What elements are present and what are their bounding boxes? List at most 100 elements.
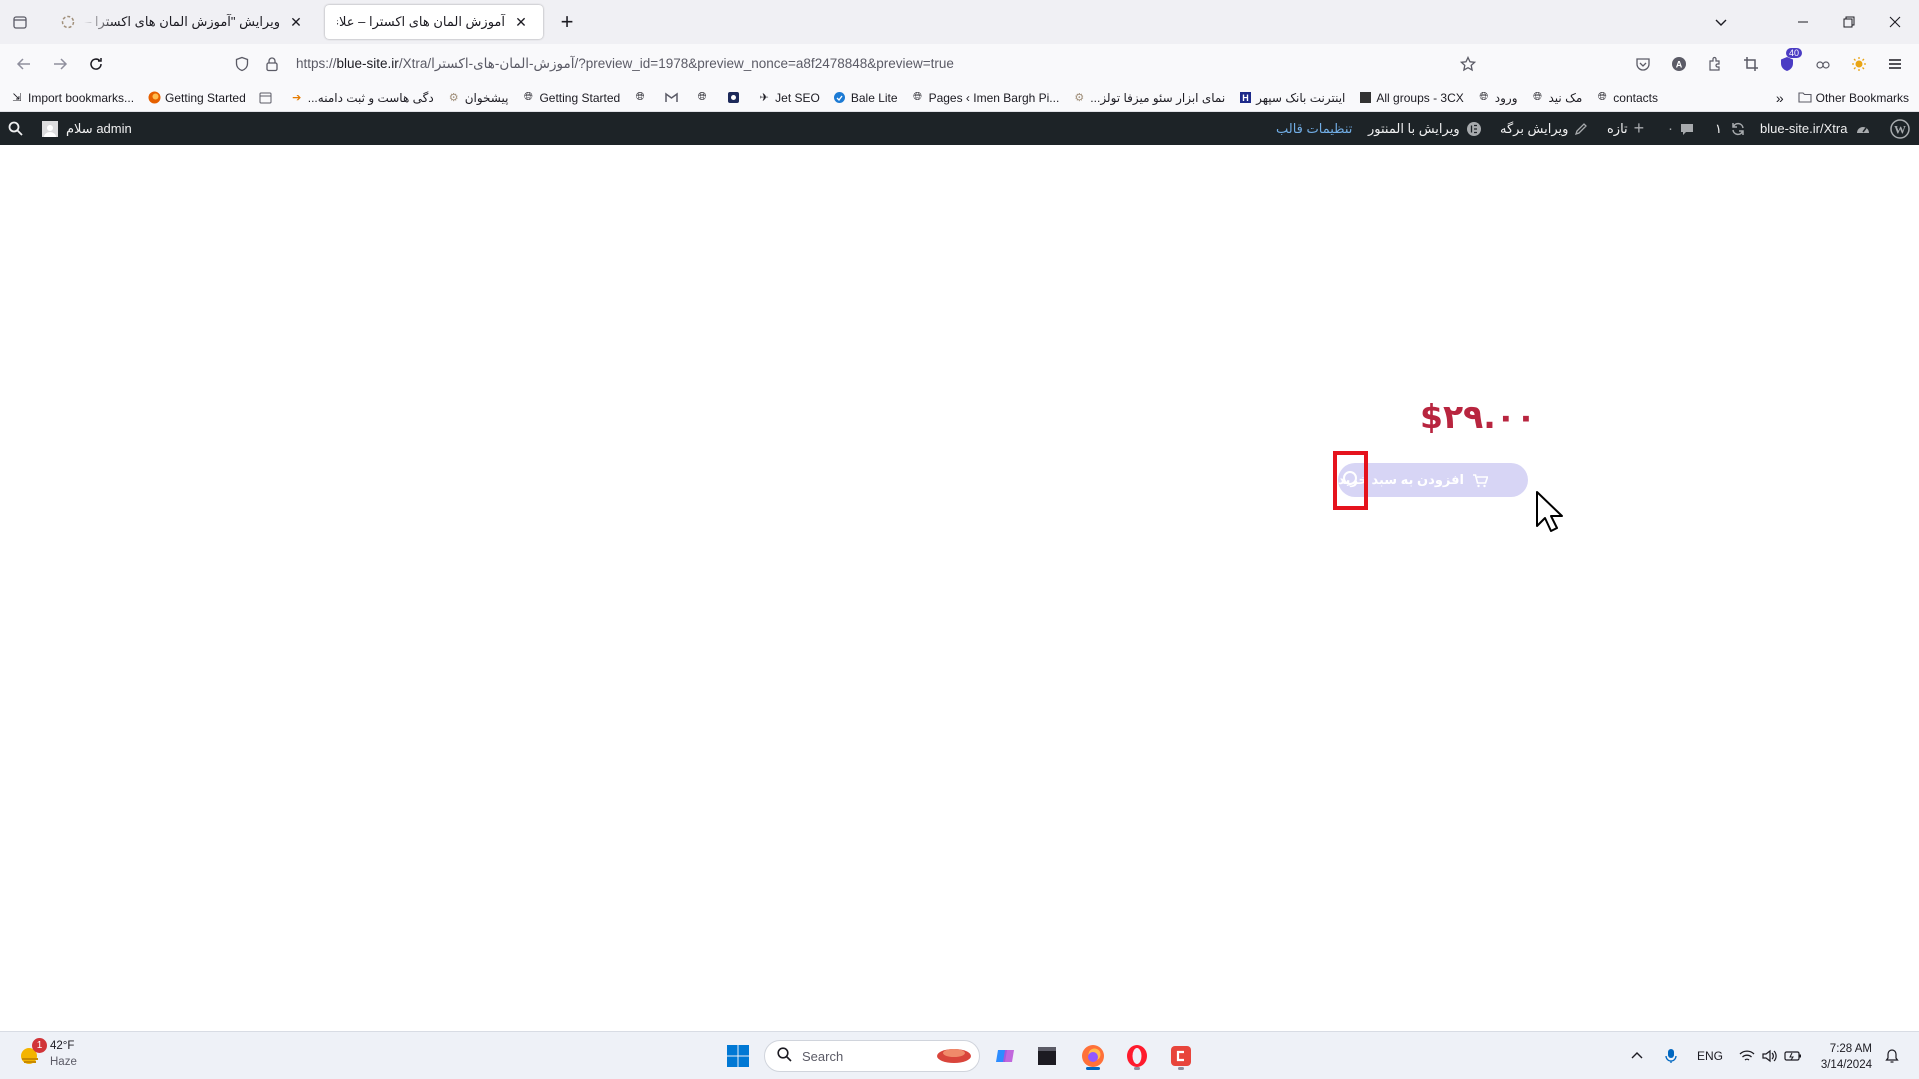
new-tab-button[interactable]: + <box>555 9 579 34</box>
updates-link[interactable]: ۱ <box>1715 112 1746 145</box>
search-placeholder: Search <box>802 1048 844 1064</box>
my-account[interactable]: سلام admin <box>38 112 132 145</box>
bookmark-item[interactable]: All groups - 3CX <box>1358 91 1464 105</box>
new-content-link[interactable]: تازه + <box>1607 112 1644 145</box>
pocket-icon[interactable] <box>1631 52 1655 76</box>
running-indicator <box>1134 1067 1140 1070</box>
bookmark-item[interactable]: ➔ ...دگی هاست و ثبت دامنه <box>290 91 434 105</box>
bank-icon: H <box>1238 91 1252 105</box>
reload-icon[interactable] <box>84 52 108 76</box>
edit-page-link[interactable]: ویرایش برگه <box>1500 112 1588 145</box>
bookmark-item[interactable]: 🌐︎ ورود <box>1477 91 1517 105</box>
updates-count: ۱ <box>1715 120 1722 136</box>
battery-icon[interactable] <box>1784 1032 1802 1079</box>
app-icon <box>726 91 740 105</box>
terminal-app-icon[interactable] <box>1031 1040 1063 1072</box>
wifi-icon[interactable] <box>1739 1032 1755 1079</box>
volume-icon[interactable] <box>1761 1032 1777 1079</box>
bookmark-item[interactable] <box>726 91 744 105</box>
red-app-icon[interactable] <box>1165 1040 1197 1072</box>
globe-icon: 🌐︎ <box>697 91 707 103</box>
tab-title: آموزش المان های اکسترا – علاءالدین <box>337 14 505 29</box>
clock-time: 7:28 AM <box>1829 1043 1872 1055</box>
minimize-icon[interactable] <box>1789 8 1817 36</box>
back-icon[interactable] <box>12 52 36 76</box>
tab-list-icon[interactable] <box>8 10 32 34</box>
bookmark-item[interactable]: 🌐︎ مک نید <box>1531 91 1582 105</box>
bookmark-item[interactable]: H اینترنت بانک سپهر <box>1238 91 1345 105</box>
restore-icon[interactable] <box>1835 8 1863 36</box>
globe-icon: 🌐︎ <box>913 91 922 103</box>
tab-close-icon[interactable]: ✕ <box>286 12 306 32</box>
greeting: سلام admin <box>66 120 132 136</box>
bookmark-item[interactable]: 🌐︎ Pages ‹ Imen Bargh Pi... <box>911 91 1059 105</box>
3cx-icon <box>1358 91 1372 105</box>
bookmark-item[interactable]: ⇲ Import bookmarks... <box>10 91 134 105</box>
cart-icon <box>1472 473 1488 488</box>
copilot-icon[interactable] <box>990 1040 1022 1072</box>
bookmarks-overflow-icon[interactable]: » <box>1776 90 1784 106</box>
globe-icon: 🌐︎ <box>1533 91 1542 103</box>
gmail-icon <box>664 91 678 105</box>
svg-text:W: W <box>1894 122 1906 136</box>
opera-icon[interactable] <box>1121 1040 1153 1072</box>
bookmark-item[interactable]: 🌐︎ <box>633 91 651 105</box>
extensions-icon[interactable] <box>1703 52 1727 76</box>
gear-icon: ⚙ <box>448 92 459 104</box>
bookmark-item[interactable]: 🌐︎ Getting Started <box>521 91 620 105</box>
bookmark-item[interactable]: ✈ Jet SEO <box>757 91 820 105</box>
crop-icon[interactable] <box>1739 52 1763 76</box>
account-icon[interactable]: A <box>1667 52 1691 76</box>
forward-icon[interactable] <box>48 52 72 76</box>
tab-overflow-chevron-icon[interactable] <box>1707 8 1735 36</box>
comments-link[interactable]: ۰ <box>1667 112 1694 145</box>
site-name-link[interactable]: blue-site.ir/Xtra <box>1760 112 1871 145</box>
bookmarks-right: » Other Bookmarks <box>1776 84 1909 112</box>
elementor-edit-link[interactable]: ویرایش با المنتور <box>1368 112 1482 145</box>
bookmark-item[interactable]: Getting Started <box>147 91 246 105</box>
menu-icon[interactable] <box>1883 52 1907 76</box>
theme-settings-link[interactable]: تنظیمات قالب <box>1276 112 1352 145</box>
taskbar-search[interactable]: Search <box>764 1040 980 1072</box>
language-indicator[interactable]: ENG <box>1697 1032 1723 1079</box>
firefox-taskbar-icon[interactable] <box>1077 1040 1109 1072</box>
windows-start-icon[interactable] <box>722 1040 754 1072</box>
calendar-icon <box>259 91 273 105</box>
url-bar[interactable]: https://blue-site.ir/Xtra/آموزش-المان-ها… <box>230 48 1480 80</box>
wordpress-logo-icon[interactable]: W <box>1890 112 1910 145</box>
notification-icon[interactable] <box>1884 1032 1900 1079</box>
tab-edit-page[interactable]: ویرایش "آموزش المان های اکسترا – علاءالد… <box>48 5 318 39</box>
bookmark-item[interactable]: 🌐︎ contacts <box>1595 91 1658 105</box>
clock[interactable]: 7:28 AM 3/14/2024 <box>1812 1041 1872 1073</box>
comment-icon <box>1680 122 1694 136</box>
bookmark-item[interactable]: ⚙ پیشخوان <box>447 91 509 105</box>
search-highlight-icon <box>935 1045 973 1068</box>
bookmark-item[interactable] <box>259 91 277 105</box>
tab-title: ویرایش "آموزش المان های اکسترا – علاءالد… <box>84 14 280 29</box>
bookmark-item[interactable] <box>664 91 682 105</box>
lock-icon[interactable] <box>260 52 284 76</box>
microphone-icon[interactable] <box>1664 1032 1678 1079</box>
tracking-protection-shield-icon[interactable] <box>230 52 254 76</box>
other-bookmarks[interactable]: Other Bookmarks <box>1816 91 1909 105</box>
wp-admin-bar: سلام admin تنظیمات قالب ویرایش با المنتو… <box>0 112 1919 145</box>
vpn-icon[interactable] <box>1811 52 1835 76</box>
running-indicator <box>1178 1067 1184 1070</box>
tab-preview[interactable]: آموزش المان های اکسترا – علاءالدین ✕ <box>325 5 543 39</box>
globe-icon: 🌐︎ <box>1479 91 1489 103</box>
bookmark-item[interactable]: Bale Lite <box>833 91 898 105</box>
tab-close-icon[interactable]: ✕ <box>511 12 531 32</box>
search-icon <box>777 1047 792 1065</box>
bookmark-item[interactable]: 🌐︎ <box>695 91 713 105</box>
shield-extension-icon[interactable]: 40 <box>1775 48 1803 76</box>
wp-search-icon[interactable] <box>8 112 23 145</box>
close-window-icon[interactable] <box>1881 8 1909 36</box>
sun-extension-icon[interactable] <box>1847 52 1871 76</box>
tray-overflow-icon[interactable] <box>1630 1032 1644 1079</box>
svg-text:A: A <box>1676 60 1683 70</box>
bookmarks-bar: ⇲ Import bookmarks... Getting Started ➔..… <box>0 84 1919 112</box>
bookmark-star-icon[interactable] <box>1456 52 1480 76</box>
bookmark-item[interactable]: ⚙ ...نمای ابزار سئو میزفا تولز <box>1072 91 1225 105</box>
mouse-cursor-icon <box>1536 491 1563 532</box>
weather-widget[interactable]: 1 42°F Haze <box>18 1038 77 1070</box>
